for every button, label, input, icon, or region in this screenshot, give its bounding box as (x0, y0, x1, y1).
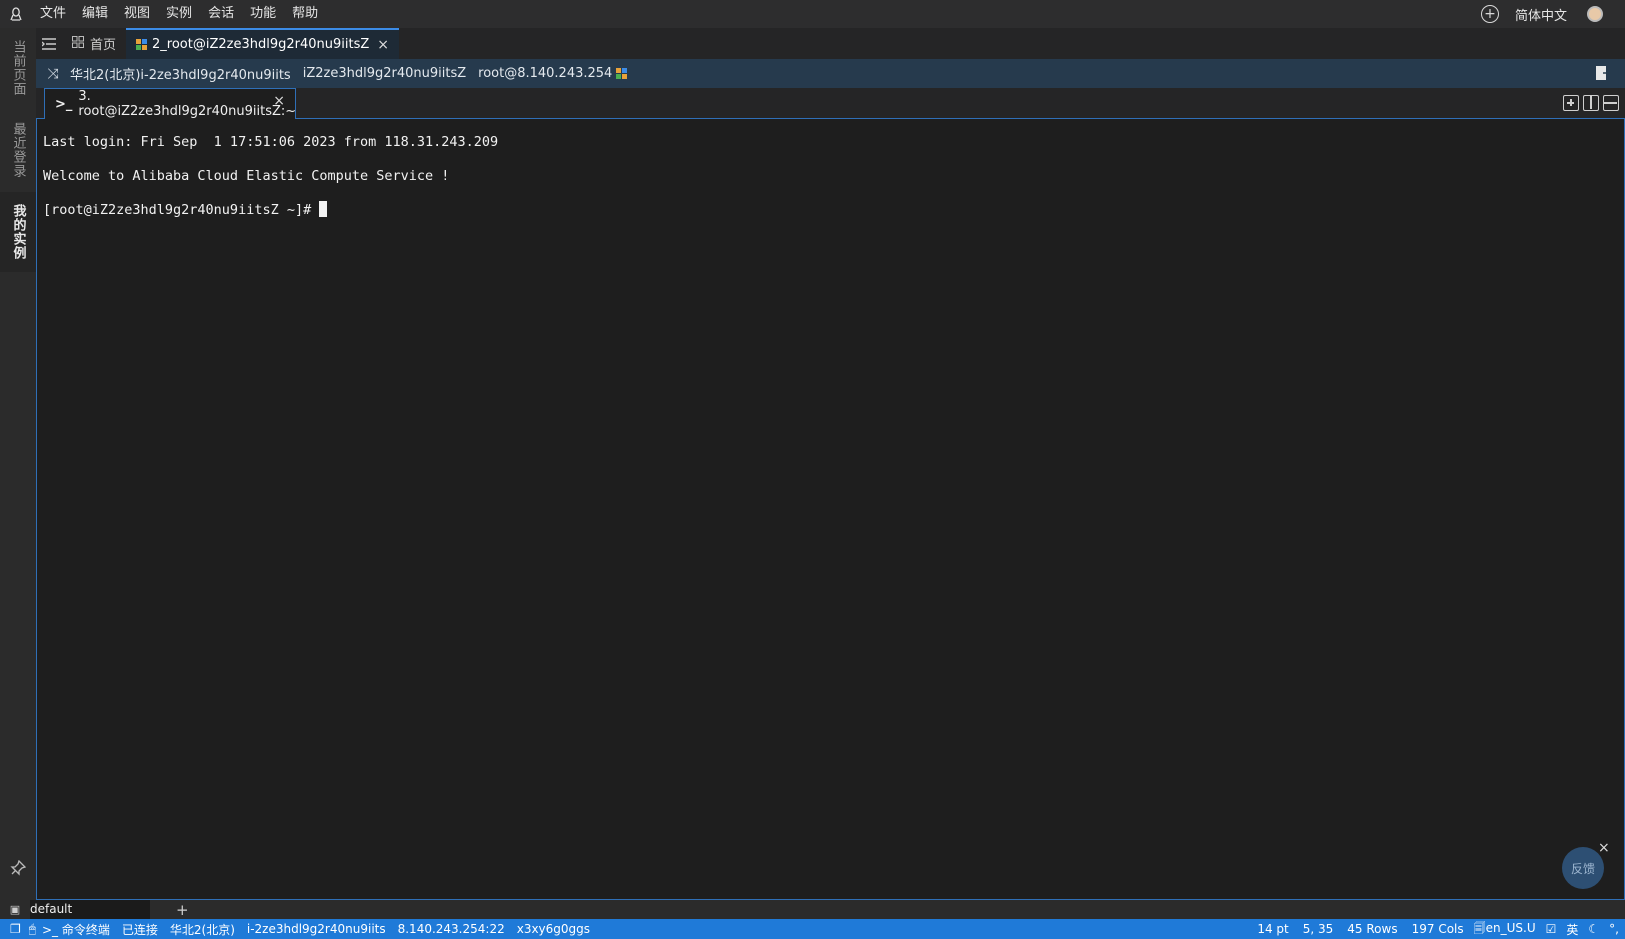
status-region: 华北2(北京) (169, 922, 235, 937)
session-info-bar: ⤨ 华北2(北京)i-2ze3hdl9g2r40nu9iits iZ2ze3hd… (36, 59, 1625, 88)
tab-home[interactable]: 首页 (62, 28, 126, 59)
rows-count: 45 Rows (1347, 922, 1398, 936)
terminal-type: >_ 命令终端 (41, 922, 110, 937)
split-vertical-icon[interactable] (1583, 95, 1599, 111)
terminal-tab[interactable]: >_ 3. root@iZ2ze3hdl9g2r40nu9iitsZ:~ × (44, 88, 296, 119)
side-strip: 当前页面 最近登录 我的实例 (0, 28, 36, 900)
status-extra: x3xy6g0ggs (516, 922, 591, 936)
grid-icon (72, 36, 84, 51)
split-horizontal-icon[interactable] (1603, 95, 1619, 111)
pin-icon[interactable] (10, 859, 27, 876)
close-icon[interactable]: × (273, 93, 285, 109)
close-icon[interactable]: × (377, 37, 389, 53)
terminal-prompt-line: [root@iZ2ze3hdl9g2r40nu9iitsZ ~]# (43, 193, 1618, 227)
avatar[interactable] (1587, 6, 1603, 22)
status-bar: ❐ 🖱 >_ 命令终端 已连接 华北2(北京) i-2ze3hdl9g2r40n… (0, 919, 1625, 939)
terminal-tab-label: 3. root@iZ2ze3hdl9g2r40nu9iitsZ:~ (78, 89, 297, 119)
ime-indicator[interactable]: 英 (1566, 921, 1578, 938)
menu-bar: 文件 编辑 视图 实例 会话 功能 帮助 + 简体中文 (0, 0, 1625, 28)
punctuation-icon[interactable]: °, (1609, 922, 1619, 936)
tab-bar: 首页 2_root@iZ2ze3hdl9g2r40nu9iitsZ × (36, 28, 1625, 59)
cursor-position: 5, 35 (1302, 922, 1334, 936)
terminal-icon: ▣ (9, 903, 21, 916)
sidebar-tab-label: 最近登录 (10, 122, 26, 178)
instance-logo-icon (616, 68, 628, 79)
add-circle-icon[interactable]: + (1480, 5, 1499, 23)
linux-penguin-icon (0, 0, 32, 28)
menu-features[interactable]: 功能 (242, 0, 284, 28)
font-size[interactable]: 14 pt (1257, 922, 1288, 936)
add-session-icon[interactable]: + (176, 901, 189, 919)
terminal-prompt: [root@iZ2ze3hdl9g2r40nu9iitsZ ~]# (43, 202, 320, 218)
sidebar-tab-label: 当前页面 (10, 40, 26, 96)
moon-icon[interactable]: ☾ (1588, 922, 1599, 936)
session-bar: ▣ default + (0, 900, 1625, 919)
collapse-icon[interactable]: ⤨ (36, 66, 70, 82)
locale-label: en_US.U (1485, 920, 1536, 935)
hostname: iZ2ze3hdl9g2r40nu9iitsZ (302, 66, 467, 81)
checkbox-icon[interactable]: ☑ (1546, 922, 1557, 936)
menu-session[interactable]: 会话 (200, 0, 242, 28)
terminal-cursor (319, 201, 328, 217)
tab-session[interactable]: 2_root@iZ2ze3hdl9g2r40nu9iitsZ × (126, 28, 399, 59)
status-instance-id: i-2ze3hdl9g2r40nu9iits (246, 922, 386, 936)
copy-icon[interactable]: ❐ (10, 922, 21, 936)
terminal-line: Welcome to Alibaba Cloud Elastic Compute… (43, 168, 450, 184)
sidebar-tab-label: 我的实例 (10, 204, 26, 260)
new-pane-icon[interactable] (1563, 95, 1579, 111)
locale[interactable]: 🗐en_US.U (1474, 919, 1536, 939)
terminal-type-label: 命令终端 (61, 922, 110, 937)
terminal-prompt-icon: >_ (55, 96, 73, 112)
region-instance: 华北2(北京)i-2ze3hdl9g2r40nu9iits (70, 68, 291, 83)
session-tab-default[interactable]: default (30, 900, 150, 919)
menu-edit[interactable]: 编辑 (74, 0, 116, 28)
sidebar-tab-recent-login[interactable]: 最近登录 (0, 114, 36, 186)
instance-logo-icon (136, 39, 148, 50)
tab-session-label: 2_root@iZ2ze3hdl9g2r40nu9iitsZ (152, 37, 370, 52)
terminal-line: Last login: Fri Sep 1 17:51:06 2023 from… (43, 134, 499, 150)
menu-instance[interactable]: 实例 (158, 0, 200, 28)
cols-count: 197 Cols (1411, 922, 1464, 936)
close-icon[interactable]: × (1598, 840, 1610, 856)
connection-status: 已连接 (121, 922, 158, 937)
menu-file[interactable]: 文件 (32, 0, 74, 28)
sidebar-tab-my-instances[interactable]: 我的实例 (0, 192, 36, 272)
terminal-tab-row: >_ 3. root@iZ2ze3hdl9g2r40nu9iitsZ:~ × (36, 88, 1625, 119)
status-address: 8.140.243.254:22 (397, 922, 505, 936)
sidebar-tab-current-page[interactable]: 当前页面 (0, 32, 36, 104)
language-selector[interactable]: 简体中文 (1515, 5, 1567, 24)
terminal-output[interactable]: Last login: Fri Sep 1 17:51:06 2023 from… (36, 119, 1625, 900)
mouse-icon[interactable]: 🖱 (29, 922, 36, 937)
user-ip: root@8.140.243.254 (478, 66, 613, 81)
logout-icon[interactable] (1595, 65, 1612, 81)
menu-view[interactable]: 视图 (116, 0, 158, 28)
menu-toggle-icon[interactable] (36, 28, 62, 59)
menu-help[interactable]: 帮助 (284, 0, 326, 28)
tab-home-label: 首页 (90, 38, 117, 53)
